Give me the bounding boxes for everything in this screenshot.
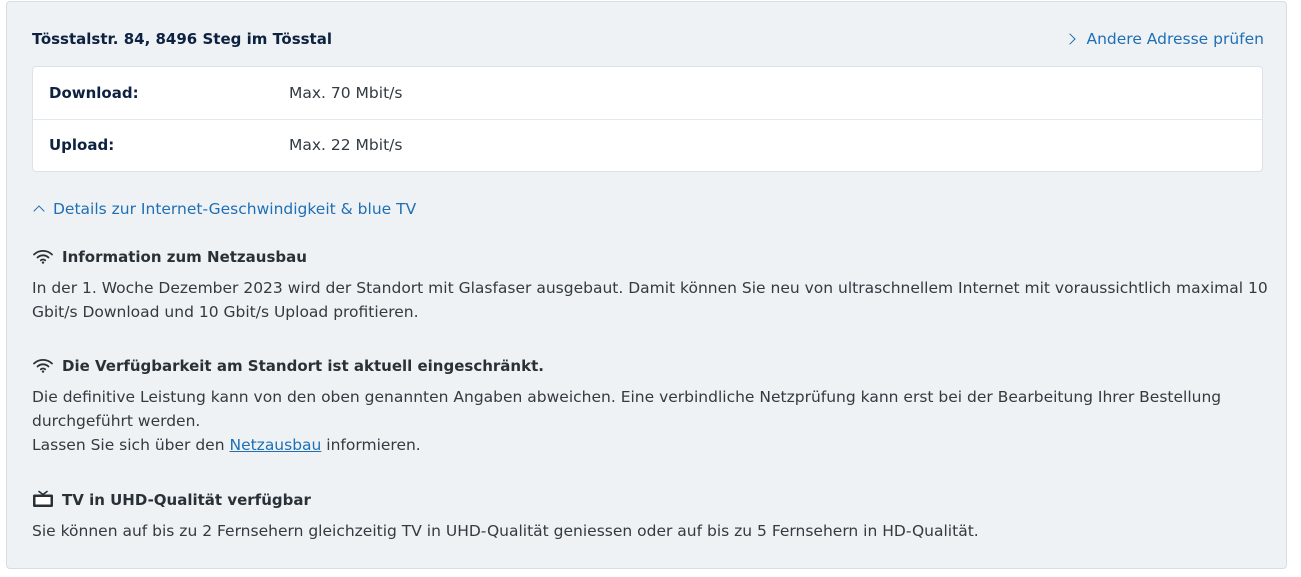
network-info-title: Information zum Netzausbau [32, 246, 1272, 268]
availability-info-title-text: Die Verfügbarkeit am Standort ist aktuel… [62, 357, 544, 375]
netzausbau-link[interactable]: Netzausbau [229, 436, 321, 454]
network-info-title-text: Information zum Netzausbau [62, 248, 307, 266]
network-info-text: In der 1. Woche Dezember 2023 wird der S… [32, 279, 1268, 321]
details-toggle-label: Details zur Internet-Geschwindigkeit & b… [53, 200, 417, 218]
availability-link-suffix: informieren. [321, 436, 421, 454]
other-address-link[interactable]: Andere Adresse prüfen [1064, 28, 1264, 50]
availability-info-link-line: Lassen Sie sich über den Netzausbau info… [32, 433, 1272, 457]
availability-info-block: Die Verfügbarkeit am Standort ist aktuel… [32, 355, 1272, 457]
chevron-right-icon [1064, 33, 1077, 45]
availability-link-prefix: Lassen Sie sich über den [32, 436, 230, 454]
download-label: Download: [49, 84, 139, 102]
tv-info-block: TV in UHD-Qualität verfügbar Sie können … [32, 489, 1272, 543]
tv-info-text: Sie können auf bis zu 2 Fernsehern gleic… [32, 522, 979, 540]
availability-info-title: Die Verfügbarkeit am Standort ist aktuel… [32, 355, 1272, 377]
wifi-icon [33, 250, 53, 264]
tv-info-title-text: TV in UHD-Qualität verfügbar [62, 491, 311, 509]
download-value: Max. 70 Mbit/s [289, 84, 403, 102]
availability-info-text: Die definitive Leistung kann von den obe… [32, 385, 1272, 457]
tv-icon [33, 490, 53, 507]
upload-value: Max. 22 Mbit/s [289, 136, 403, 154]
availability-info-paragraph: Die definitive Leistung kann von den obe… [32, 388, 1222, 430]
address-text: Tösstalstr. 84, 8496 Steg im Tösstal [32, 30, 332, 48]
chevron-up-icon [33, 205, 45, 217]
network-info-block: Information zum Netzausbau In der 1. Woc… [32, 246, 1272, 324]
address-header: Tösstalstr. 84, 8496 Steg im Tösstal And… [32, 28, 1264, 50]
wifi-icon [33, 359, 53, 373]
table-row: Upload: Max. 22 Mbit/s [33, 119, 1262, 171]
other-address-label: Andere Adresse prüfen [1086, 30, 1264, 48]
speed-table: Download: Max. 70 Mbit/s Upload: Max. 22… [32, 66, 1263, 172]
upload-label: Upload: [49, 136, 115, 154]
tv-info-title: TV in UHD-Qualität verfügbar [32, 489, 1272, 511]
availability-panel: Tösstalstr. 84, 8496 Steg im Tösstal And… [6, 1, 1287, 569]
details-toggle-link[interactable]: Details zur Internet-Geschwindigkeit & b… [32, 198, 416, 220]
table-row: Download: Max. 70 Mbit/s [33, 67, 1262, 120]
